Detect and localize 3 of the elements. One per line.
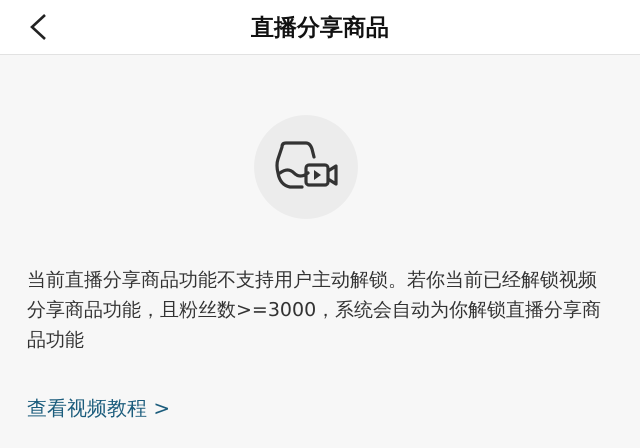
tutorial-link[interactable]: 查看视频教程 > [27,395,170,422]
notice-text: 当前直播分享商品功能不支持用户主动解锁。若你当前已经解锁视频分享商品功能，且粉丝数>=3000，系统会自动为你解锁直播分享商品功能 [27,268,602,353]
page-title: 直播分享商品 [251,14,389,42]
